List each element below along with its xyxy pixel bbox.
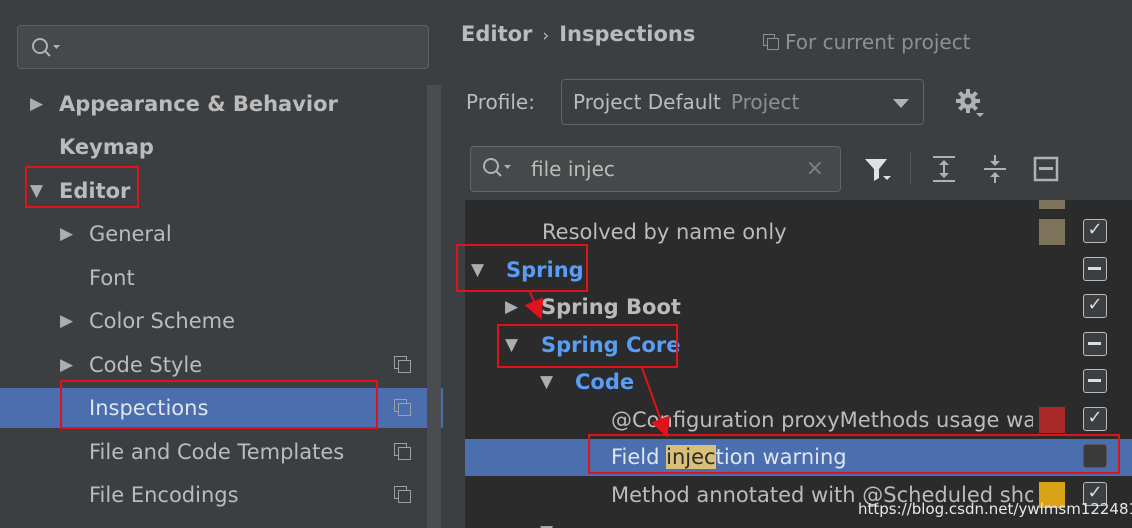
arrow-spring-to-core xyxy=(524,291,544,320)
watermark: https://blog.csdn.net/ywlmsm1224811 xyxy=(858,500,1132,518)
arrow-core-to-field xyxy=(641,367,670,438)
annotation-arrows xyxy=(524,291,670,438)
